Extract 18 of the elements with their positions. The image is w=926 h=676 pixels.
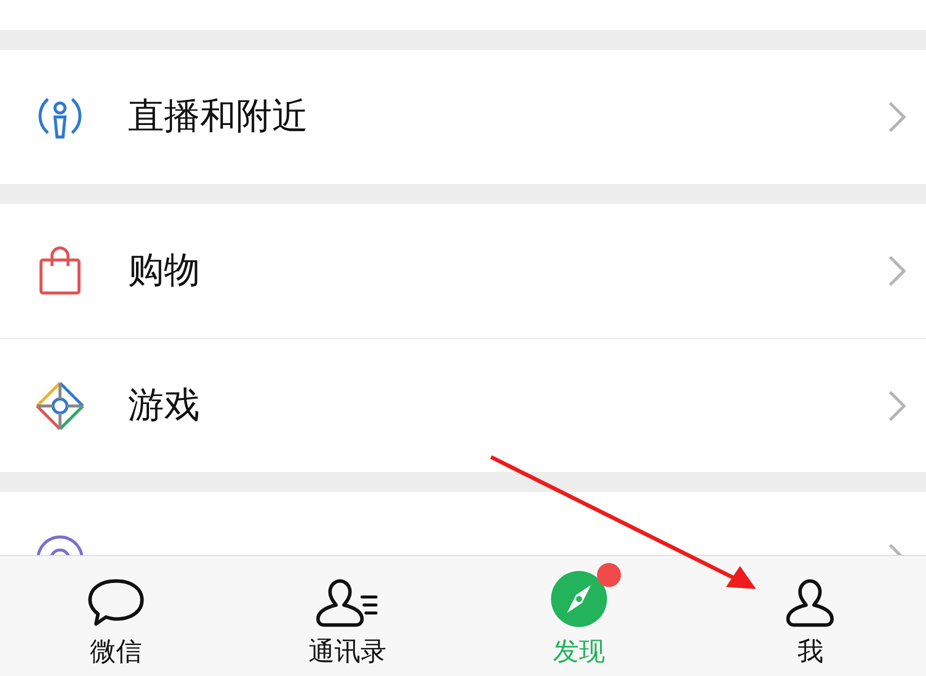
shopping-bag-icon (38, 246, 82, 296)
menu-label: 游戏 (128, 384, 201, 428)
menu-label: 直播和附近 (128, 95, 309, 139)
tab[interactable]: 通讯录 (232, 556, 463, 676)
speech-bubble-icon (86, 577, 145, 629)
tab[interactable]: 微信 (0, 556, 232, 676)
tab-label: 微信 (90, 636, 142, 669)
tab-label: 通讯录 (308, 636, 386, 669)
menu-label: 购物 (128, 249, 201, 293)
compass-icon (548, 569, 609, 629)
chevron-right-icon (888, 101, 906, 133)
tab[interactable]: 我 (694, 556, 926, 676)
tab-label: 我 (797, 636, 824, 669)
tab-label: 发现 (552, 636, 605, 669)
diamond-icon (34, 380, 86, 432)
chevron-right-icon (888, 390, 906, 422)
chevron-right-icon (888, 255, 906, 287)
contacts-icon (314, 577, 380, 629)
